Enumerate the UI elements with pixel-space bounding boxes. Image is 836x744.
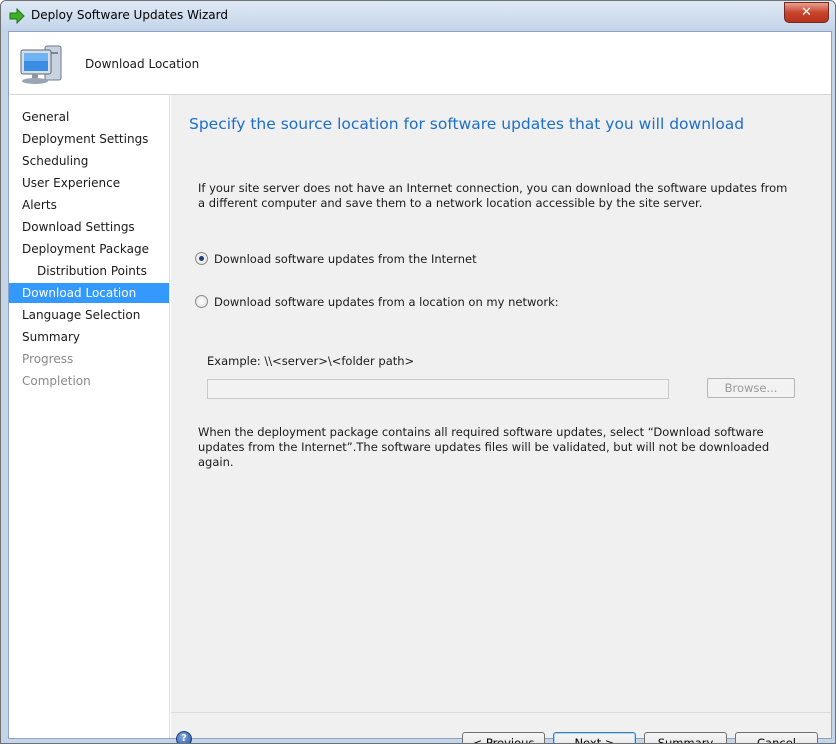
description-text: If your site server does not have an Int… (198, 181, 788, 210)
network-radio[interactable] (195, 295, 208, 308)
previous-button[interactable]: < Previous (462, 732, 545, 743)
internet-radio-label[interactable]: Download software updates from the Inter… (214, 251, 477, 267)
nav-item-download-location[interactable]: Download Location (9, 283, 169, 303)
title-bar: Deploy Software Updates Wizard ✕ (1, 1, 835, 31)
network-radio-label[interactable]: Download software updates from a locatio… (214, 294, 559, 310)
page-title: Download Location (85, 57, 200, 71)
browse-button: Browse... (707, 378, 795, 398)
window-title: Deploy Software Updates Wizard (31, 8, 228, 22)
example-path-text: Example: \\<server>\<folder path> (207, 354, 415, 368)
wizard-client: Download Location General Deployment Set… (8, 31, 832, 743)
nav-item-language-selection[interactable]: Language Selection (9, 305, 169, 325)
nav-item-alerts[interactable]: Alerts (9, 195, 169, 215)
cancel-button[interactable]: Cancel (735, 732, 818, 743)
internet-radio[interactable] (195, 252, 208, 265)
wizard-content: Specify the source location for software… (171, 95, 831, 743)
summary-button[interactable]: Summary (644, 732, 727, 743)
note-text: When the deployment package contains all… (198, 425, 770, 469)
network-path-input (207, 379, 669, 399)
nav-item-distribution-points[interactable]: Distribution Points (9, 261, 169, 281)
nav-item-download-settings[interactable]: Download Settings (9, 217, 169, 237)
nav-item-scheduling[interactable]: Scheduling (9, 151, 169, 171)
footer-divider (171, 712, 831, 713)
close-button[interactable]: ✕ (784, 2, 829, 23)
nav-item-completion: Completion (22, 374, 91, 388)
nav-item-user-experience[interactable]: User Experience (9, 173, 169, 193)
next-button[interactable]: Next > (553, 732, 636, 743)
nav-item-deployment-settings[interactable]: Deployment Settings (9, 129, 169, 149)
wizard-window: Deploy Software Updates Wizard ✕ Downloa… (0, 0, 836, 744)
nav-item-general[interactable]: General (9, 107, 169, 127)
wizard-header: Download Location (9, 32, 831, 95)
nav-item-summary[interactable]: Summary (9, 327, 169, 347)
forward-arrow-icon (9, 8, 25, 24)
help-icon[interactable]: ? (176, 731, 192, 743)
nav-item-deployment-package[interactable]: Deployment Package (9, 239, 169, 259)
wizard-nav: General Deployment Settings Scheduling U… (9, 95, 170, 738)
content-heading: Specify the source location for software… (189, 115, 745, 133)
computer-icon (20, 45, 62, 84)
nav-item-progress: Progress (22, 352, 74, 366)
